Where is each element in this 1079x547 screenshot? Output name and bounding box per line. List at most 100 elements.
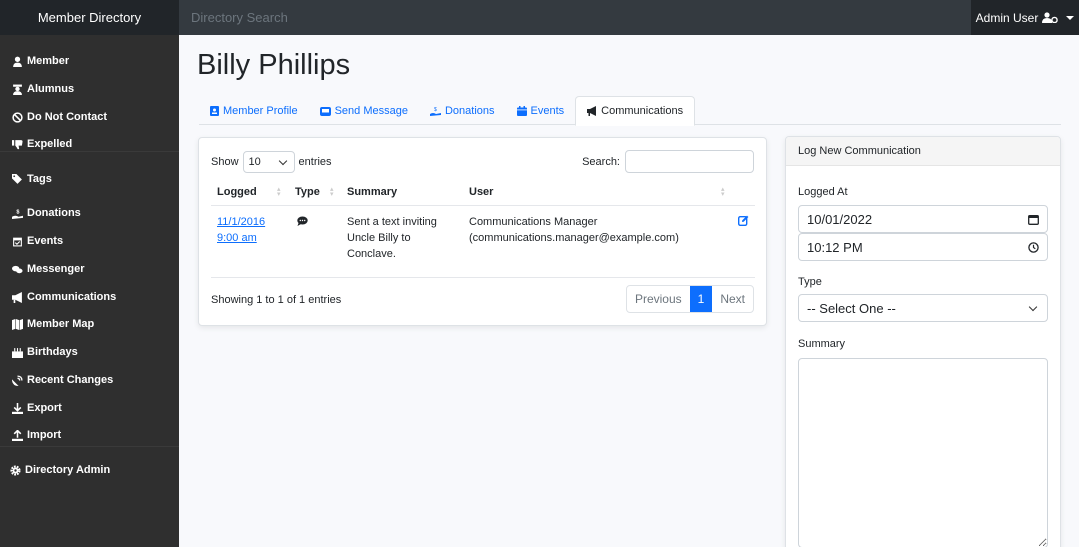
user-menu-dropdown[interactable]: Admin User xyxy=(971,0,1079,35)
sort-icon: ▴ ▾ xyxy=(330,186,334,198)
comments-icon xyxy=(12,265,23,273)
logged-cell: 11/1/2016 9:00 am xyxy=(217,214,265,246)
sidebar-item-tags[interactable]: Tags xyxy=(12,173,52,185)
date-input[interactable]: 10/01/2022 xyxy=(798,205,1048,233)
sidebar-item-label: Donations xyxy=(27,207,81,219)
sidebar-item-label: Export xyxy=(27,402,62,414)
previous-button[interactable]: Previous xyxy=(627,286,690,312)
page-title: Billy Phillips xyxy=(197,49,351,81)
card-title: Log New Communication xyxy=(786,137,1060,166)
sms-icon xyxy=(297,216,308,226)
sidebar-item-recent-changes[interactable]: Recent Changes xyxy=(12,374,113,386)
tab-donations[interactable]: $ Donations xyxy=(419,96,506,125)
id-badge-icon xyxy=(210,105,219,116)
tab-label: Send Message xyxy=(334,104,408,117)
tab-communications[interactable]: Communications xyxy=(575,96,696,126)
page-length-select[interactable]: 10 xyxy=(242,151,295,173)
sidebar-item-directory-admin[interactable]: Directory Admin xyxy=(10,464,110,476)
table-search: Search: xyxy=(582,150,754,173)
sidebar-item-label: Birthdays xyxy=(27,346,78,358)
user-name: Admin User xyxy=(975,10,1039,25)
sidebar-item-import[interactable]: Import xyxy=(12,429,61,441)
directory-search xyxy=(179,0,971,35)
tab-events[interactable]: Events xyxy=(506,96,576,125)
map-icon xyxy=(12,318,23,330)
sidebar-item-expelled[interactable]: Expelled xyxy=(12,138,72,150)
time-value: 10:12 PM xyxy=(807,239,863,255)
clock-icon[interactable] xyxy=(1028,241,1039,253)
sidebar-item-donations[interactable]: $ Donations xyxy=(12,207,81,219)
edit-cell xyxy=(737,215,749,231)
chevron-down-icon xyxy=(278,156,287,165)
column-header-user[interactable]: User xyxy=(469,186,493,198)
sidebar-item-member-map[interactable]: Member Map xyxy=(12,318,94,330)
page-length-value: 10 xyxy=(248,156,261,168)
brand-link[interactable]: Member Directory xyxy=(0,0,179,35)
upload-icon xyxy=(12,429,23,441)
sidebar-item-birthdays[interactable]: Birthdays xyxy=(12,346,78,358)
sidebar-item-messenger[interactable]: Messenger xyxy=(12,263,84,275)
sidebar-item-communications[interactable]: Communications xyxy=(12,291,116,303)
satellite-dish-icon xyxy=(12,374,23,386)
pagination: Previous 1 Next xyxy=(625,285,754,313)
logged-time: 9:00 am xyxy=(217,232,257,244)
summary-cell: Sent a text inviting Uncle Billy to Conc… xyxy=(347,216,437,260)
sidebar-item-events[interactable]: Events xyxy=(12,235,63,247)
next-button[interactable]: Next xyxy=(712,286,753,312)
search-label: Search: xyxy=(582,155,620,168)
type-selected-value: -- Select One -- xyxy=(807,300,896,316)
tab-label: Member Profile xyxy=(223,104,298,117)
main-content: Billy Phillips Member Profile Send Messa… xyxy=(179,35,1079,547)
sidebar-item-label: Expelled xyxy=(27,138,73,150)
hand-holding-dollar-icon: $ xyxy=(429,107,441,116)
tab-send-message[interactable]: Send Message xyxy=(309,96,419,125)
user-name: Communications Manager xyxy=(469,216,598,228)
column-header-type[interactable]: Type xyxy=(295,186,320,198)
sidebar-item-export[interactable]: Export xyxy=(12,402,62,414)
user-cell: Communications Manager (communications.m… xyxy=(469,214,679,246)
envelope-open-icon xyxy=(319,106,331,116)
sidebar-item-alumnus[interactable]: Alumnus xyxy=(12,83,74,95)
user-email: (communications.manager@example.com) xyxy=(469,232,679,244)
sort-icon: ▴ ▾ xyxy=(721,186,725,198)
graduate-icon xyxy=(13,84,22,95)
tags-icon xyxy=(12,173,22,184)
thumbs-down-icon xyxy=(12,139,23,149)
tab-member-profile[interactable]: Member Profile xyxy=(199,96,309,125)
sidebar-item-member[interactable]: Member xyxy=(12,55,69,67)
sidebar-item-do-not-contact[interactable]: Do Not Contact xyxy=(12,111,107,123)
column-header-summary[interactable]: Summary xyxy=(347,186,397,198)
entries-label: entries xyxy=(298,156,332,168)
sidebar-item-label: Messenger xyxy=(27,263,85,275)
time-input[interactable]: 10:12 PM xyxy=(798,233,1048,261)
sidebar-item-label: Communications xyxy=(27,291,117,303)
sidebar-item-label: Member xyxy=(27,55,70,67)
tab-label: Donations xyxy=(444,104,495,117)
sidebar-item-label: Import xyxy=(27,429,62,441)
member-tabs: Member Profile Send Message $ Donations … xyxy=(199,96,1061,126)
type-cell xyxy=(297,215,308,231)
date-value: 10/01/2022 xyxy=(807,211,873,227)
logged-link[interactable]: 11/1/2016 9:00 am xyxy=(217,216,265,244)
column-header-logged[interactable]: Logged xyxy=(217,186,257,198)
calendar-icon[interactable] xyxy=(1028,214,1039,225)
chevron-down-icon xyxy=(1028,302,1038,311)
top-navbar: Member Directory Admin User xyxy=(0,0,1079,35)
sidebar-item-label: Directory Admin xyxy=(25,464,111,476)
directory-search-input[interactable] xyxy=(191,10,491,25)
page-1-button[interactable]: 1 xyxy=(689,286,713,312)
table-info: Showing 1 to 1 of 1 entries xyxy=(211,294,342,306)
sidebar-item-label: Alumnus xyxy=(27,83,75,95)
bullhorn-icon xyxy=(587,106,597,116)
table-search-input[interactable] xyxy=(625,150,754,173)
summary-textarea[interactable] xyxy=(798,358,1048,547)
tab-label: Communications xyxy=(601,105,684,117)
edit-icon[interactable] xyxy=(737,215,749,227)
calendar-icon xyxy=(516,105,527,116)
bullhorn-icon xyxy=(12,291,22,303)
sidebar-divider xyxy=(0,151,179,152)
svg-text:$: $ xyxy=(434,107,437,113)
type-select[interactable]: -- Select One -- xyxy=(798,294,1048,322)
sidebar-item-label: Member Map xyxy=(27,318,95,330)
sidebar-divider xyxy=(0,446,179,447)
